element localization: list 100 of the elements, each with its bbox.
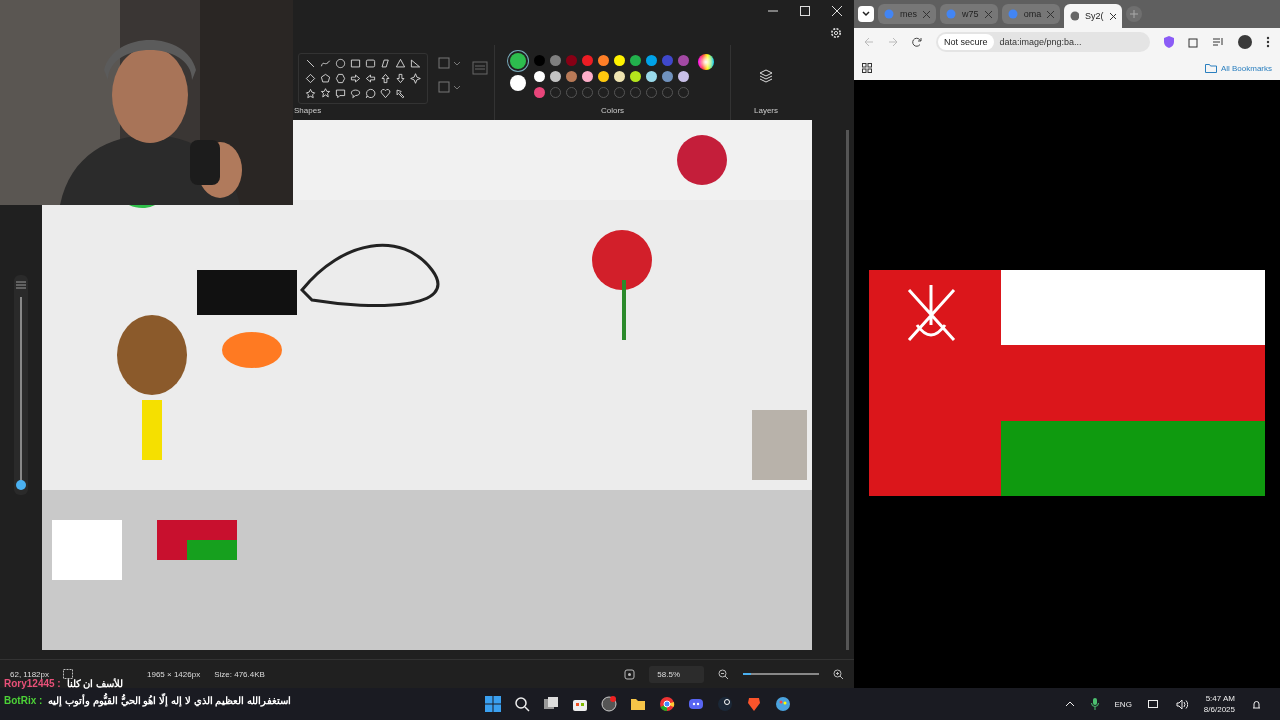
shape-icon[interactable] (395, 58, 406, 69)
shape-icon[interactable] (320, 73, 331, 84)
shape-icon[interactable] (395, 88, 406, 99)
color-swatch[interactable] (678, 55, 689, 66)
shape-icon[interactable] (365, 58, 376, 69)
shape-icon[interactable] (410, 58, 421, 69)
menu-icon[interactable] (1266, 36, 1270, 48)
shape-icon[interactable] (350, 73, 361, 84)
color-swatch[interactable] (630, 55, 641, 66)
color-swatch[interactable] (582, 55, 593, 66)
layer-icon (16, 281, 26, 289)
cursor-position: 62, 1182px (10, 669, 49, 679)
chrome-icon[interactable] (659, 696, 675, 712)
plus-icon (1130, 10, 1138, 18)
globe-icon (884, 9, 894, 19)
shape-icon[interactable] (305, 88, 316, 99)
color-swatch[interactable] (598, 71, 609, 82)
shape-icon[interactable] (335, 73, 346, 84)
color-swatch[interactable] (534, 71, 545, 82)
shape-icon[interactable] (380, 73, 391, 84)
zoom-dropdown[interactable]: 58.5% (649, 665, 704, 683)
close-icon[interactable] (1109, 12, 1116, 20)
color-swatch[interactable] (614, 55, 625, 66)
clock-date[interactable]: 8/6/2025 (1203, 705, 1235, 714)
shape-icon[interactable] (320, 88, 331, 99)
shape-icon[interactable] (335, 88, 346, 99)
speaker-icon[interactable] (1175, 698, 1188, 710)
color-swatch[interactable] (534, 87, 545, 98)
reload-icon[interactable] (912, 37, 922, 47)
fit-icon[interactable] (624, 668, 636, 680)
shape-icon[interactable] (320, 58, 331, 69)
zoom-slider[interactable] (14, 275, 28, 495)
current-color[interactable] (510, 75, 526, 91)
folder-icon (1204, 63, 1217, 73)
current-color[interactable] (510, 53, 526, 69)
color-swatch[interactable] (534, 55, 545, 66)
color-swatch[interactable] (614, 71, 625, 82)
color-swatch[interactable] (678, 71, 689, 82)
shape-icon[interactable] (305, 73, 316, 84)
avatar-icon[interactable] (1238, 35, 1252, 49)
layers-icon[interactable] (758, 67, 774, 84)
shape-icon[interactable] (365, 73, 376, 84)
shape-icon[interactable] (350, 58, 361, 69)
notification-icon[interactable] (1251, 698, 1262, 710)
color-swatch[interactable] (550, 71, 561, 82)
search-icon[interactable] (514, 696, 530, 712)
zoom-out-icon[interactable] (718, 668, 729, 680)
slider-thumb[interactable] (16, 480, 26, 490)
maximize-icon[interactable] (800, 6, 810, 16)
shield-icon[interactable] (1164, 36, 1174, 48)
task-view-icon[interactable] (543, 696, 559, 712)
chevron-down-icon (862, 11, 870, 17)
shape-icon[interactable] (365, 88, 376, 99)
shape-icon[interactable] (380, 88, 391, 99)
paint-icon[interactable] (775, 696, 791, 712)
shape-icon[interactable] (335, 58, 346, 69)
shape-icon[interactable] (350, 88, 361, 99)
group-label: Colors (600, 106, 625, 115)
clock-time[interactable]: 5:47 AM (1205, 694, 1235, 703)
color-swatch[interactable] (566, 71, 577, 82)
microphone-icon[interactable] (1090, 698, 1099, 710)
shape-icon[interactable] (410, 73, 421, 84)
shape-icon[interactable] (395, 73, 406, 84)
color-swatch[interactable] (566, 55, 577, 66)
apps-icon[interactable] (862, 63, 872, 73)
language-indicator[interactable]: ENG (1114, 699, 1132, 709)
media-icon[interactable] (1213, 37, 1224, 47)
tab-search-button[interactable] (858, 6, 874, 22)
browser-tab[interactable]: w75 (940, 4, 998, 24)
bookmarks-folder[interactable]: All Bookmarks (1204, 63, 1272, 73)
zoom-in-icon[interactable] (833, 668, 844, 680)
browser-tab[interactable]: oma (1002, 4, 1060, 24)
chat-message: للأسف ان كلنا (66, 678, 124, 689)
discord-icon[interactable] (688, 696, 704, 712)
group-label: Layers (754, 106, 778, 115)
chat-username: BotRix : (4, 695, 43, 706)
address-bar[interactable]: Not secure data:image/png:ba... (936, 32, 1150, 52)
browser-tab[interactable]: Sy2( (1064, 4, 1122, 28)
shape-icon[interactable] (380, 58, 391, 69)
puzzle-icon[interactable] (1188, 36, 1199, 48)
app-icon[interactable] (601, 696, 617, 712)
color-swatch[interactable] (646, 55, 657, 66)
settings-icon[interactable] (830, 27, 842, 39)
color-swatch[interactable] (646, 71, 657, 82)
start-icon[interactable] (485, 696, 501, 712)
color-swatch[interactable] (662, 71, 673, 82)
color-swatch[interactable] (582, 71, 593, 82)
steam-icon[interactable] (717, 696, 733, 712)
fill-icon[interactable] (438, 81, 462, 93)
color-swatch[interactable] (630, 71, 641, 82)
color-swatch[interactable] (662, 55, 673, 66)
color-swatch[interactable] (550, 55, 561, 66)
color-wheel-icon[interactable] (697, 53, 715, 71)
folder-icon[interactable] (630, 696, 646, 712)
network-icon[interactable] (1147, 698, 1160, 710)
browser-tab[interactable]: mes (878, 4, 936, 24)
outline-icon[interactable] (438, 57, 462, 69)
color-swatch[interactable] (598, 55, 609, 66)
chevron-up-icon[interactable] (1064, 701, 1075, 707)
shape-icon[interactable] (305, 58, 316, 69)
